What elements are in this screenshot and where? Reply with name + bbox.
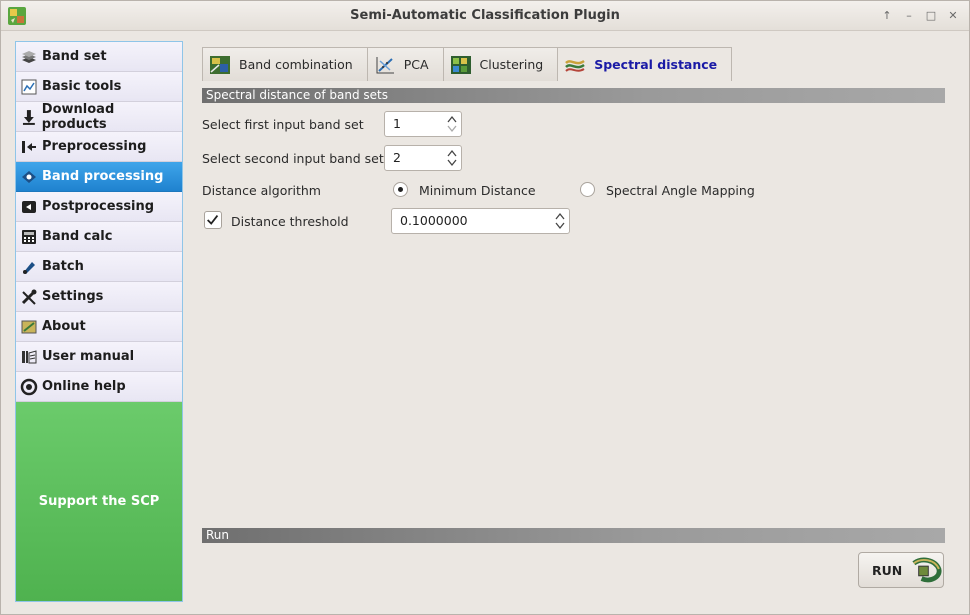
sidebar-item-preprocessing[interactable]: Preprocessing [16,132,182,162]
sidebar-item-band-processing[interactable]: Band processing [16,162,182,192]
minimum-distance-radio[interactable] [393,182,408,197]
minimize-button[interactable]: – [899,7,919,25]
section-header-run: Run [202,528,945,543]
spinbox-arrows-icon[interactable] [555,211,565,231]
distance-threshold-spinbox[interactable]: 0.1000000 [391,208,570,234]
maximize-button[interactable]: □ [921,7,941,25]
band-combination-icon [210,55,230,74]
basic-tools-icon [21,79,37,94]
sidebar-item-label: About [42,319,86,334]
sidebar-item-band-set[interactable]: Band set [16,42,182,72]
tab-bar: Band combination PCA Clustering Spectral… [202,47,733,81]
first-band-set-spinbox[interactable]: 1 [384,111,462,137]
about-icon [21,320,37,333]
sidebar-item-batch[interactable]: Batch [16,252,182,282]
settings-icon [21,289,37,305]
postprocessing-icon [22,200,36,213]
sidebar-item-about[interactable]: About [16,312,182,342]
spectral-angle-mapping-label[interactable]: Spectral Angle Mapping [606,183,755,198]
spinbox-arrows-icon[interactable] [447,114,457,134]
clustering-icon [450,55,471,74]
sidebar-item-label: Settings [42,289,104,304]
sidebar-item-label: Online help [42,379,126,394]
minimum-distance-label[interactable]: Minimum Distance [419,183,536,198]
run-button-label: RUN [872,562,903,578]
tab-clustering[interactable]: Clustering [442,47,558,81]
keep-above-button[interactable]: ↑ [877,7,897,25]
sidebar-item-label: Basic tools [42,79,122,94]
tab-spectral-distance[interactable]: Spectral distance [557,47,733,81]
user-manual-icon [22,349,37,363]
distance-threshold-label[interactable]: Distance threshold [231,214,349,229]
band-set-icon [22,50,36,63]
sidebar-item-label: Postprocessing [42,199,155,214]
sidebar-item-label: Download products [41,101,115,132]
band-processing-icon [22,170,36,183]
window-title: Semi-Automatic Classification Plugin [350,8,620,23]
pca-icon [376,56,394,73]
tab-label: Spectral distance [594,57,718,72]
sidebar-item-online-help[interactable]: Online help [16,372,182,402]
sidebar-item-user-manual[interactable]: User manual [16,342,182,372]
tab-pca[interactable]: PCA [366,47,443,81]
first-band-set-label: Select first input band set [202,117,364,132]
sidebar-item-basic-tools[interactable]: Basic tools [16,72,182,102]
title-bar: Semi-Automatic Classification Plugin ↑ –… [1,1,969,31]
sidebar-item-postprocessing[interactable]: Postprocessing [16,192,182,222]
spectral-angle-mapping-radio[interactable] [580,182,595,197]
run-button[interactable]: RUN [858,552,944,588]
sidebar-item-label: User manual [42,349,135,364]
sidebar-item-label: Band calc [42,229,113,244]
sidebar-item-label: Band set [42,49,107,64]
second-band-set-label: Select second input band set [202,151,384,166]
tab-label: Band combination [239,57,353,72]
second-band-set-value: 2 [393,150,401,165]
online-help-icon [20,378,38,395]
checkmark-icon [207,215,219,225]
run-icon [912,557,942,583]
download-icon [22,109,35,125]
section-header-spectral-distance: Spectral distance of band sets [202,88,945,103]
second-band-set-spinbox[interactable]: 2 [384,145,462,171]
distance-algorithm-label: Distance algorithm [202,183,321,198]
tab-band-combination[interactable]: Band combination [202,47,367,81]
sidebar-item-settings[interactable]: Settings [16,282,182,312]
distance-threshold-value: 0.1000000 [400,213,468,228]
tab-label: Clustering [479,57,544,72]
sidebar-item-label: Preprocessing [42,139,147,154]
band-calc-icon [22,229,36,244]
preprocessing-icon [22,140,36,153]
spectral-distance-icon [565,59,585,72]
sidebar-item-label: Batch [42,259,84,274]
spinbox-arrows-icon[interactable] [447,148,457,168]
sidebar-item-label: Band processing [42,169,164,184]
sidebar-item-download-products[interactable]: Download products [16,102,182,132]
plugin-window: Semi-Automatic Classification Plugin ↑ –… [0,0,970,615]
sidebar-item-band-calc[interactable]: Band calc [16,222,182,252]
window-controls: ↑ – □ ✕ [877,7,963,25]
sidebar: Band set Basic tools Download products P… [15,41,183,602]
distance-threshold-checkbox[interactable] [204,211,222,229]
close-button[interactable]: ✕ [943,7,963,25]
first-band-set-value: 1 [393,116,401,131]
support-the-scp-button[interactable]: Support the SCP [16,402,182,601]
tab-label: PCA [403,57,429,72]
batch-icon [23,261,35,274]
